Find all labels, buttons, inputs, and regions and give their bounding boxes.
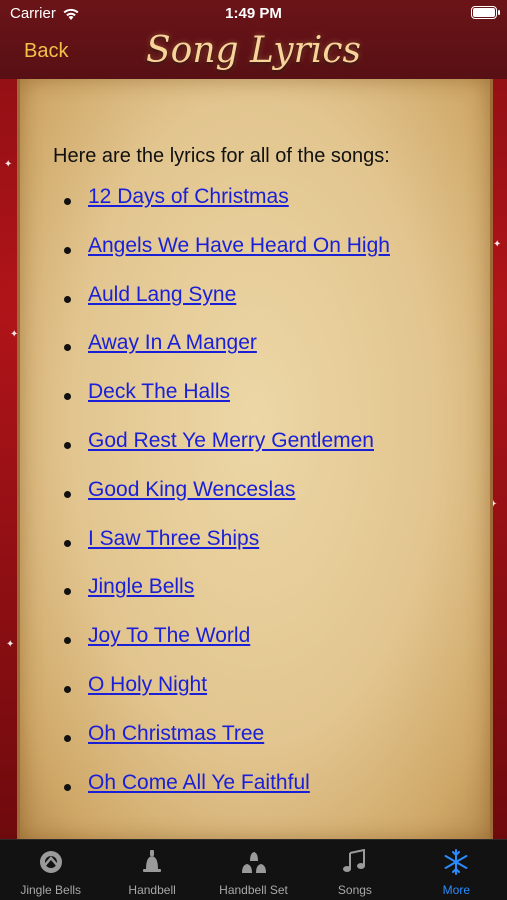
tab-label: Jingle Bells (20, 883, 82, 897)
page-title: Song Lyrics (146, 30, 361, 71)
battery-icon (471, 6, 500, 19)
tab-jingle-bells[interactable]: Jingle Bells (0, 840, 101, 900)
song-link[interactable]: I Saw Three Ships (88, 527, 259, 551)
music-notes-icon (342, 849, 365, 872)
song-link[interactable]: O Holy Night (88, 673, 207, 697)
bullet (64, 295, 71, 303)
song-link[interactable]: Oh Come All Ye Faithful (88, 771, 310, 795)
song-link[interactable]: Jingle Bells (88, 575, 194, 599)
bullet (64, 685, 71, 693)
tab-songs[interactable]: Songs (304, 840, 405, 900)
status-bar: Carrier 1:49 PM (0, 0, 507, 28)
song-link[interactable]: God Rest Ye Merry Gentlemen (88, 429, 374, 453)
snowflake-icon (444, 849, 468, 875)
bullet (64, 393, 71, 401)
bullet (64, 588, 71, 596)
sparkle-icon: ✦ (493, 239, 502, 250)
bullet (64, 344, 71, 352)
tab-bar: Jingle Bells Handbell Handbell Set Songs… (0, 839, 507, 900)
bullet (64, 734, 71, 742)
intro-text: Here are the lyrics for all of the songs… (53, 145, 390, 167)
clock: 1:49 PM (225, 5, 282, 22)
bullet (64, 490, 71, 498)
song-link[interactable]: Joy To The World (88, 624, 250, 648)
song-link[interactable]: Auld Lang Syne (88, 283, 236, 307)
bullet (64, 637, 71, 645)
handbell-set-icon (241, 852, 266, 873)
song-link[interactable]: Away In A Manger (88, 331, 257, 355)
song-link[interactable]: Deck The Halls (88, 380, 230, 404)
sparkle-icon: ✦ (4, 159, 13, 170)
parchment-panel: Here are the lyrics for all of the songs… (17, 79, 493, 840)
tab-handbell-set[interactable]: Handbell Set (203, 840, 304, 900)
song-link[interactable]: Angels We Have Heard On High (88, 234, 390, 258)
handbell-icon (143, 850, 162, 872)
tab-label: Handbell Set (219, 883, 288, 897)
bullet (64, 441, 71, 449)
bullet (64, 198, 71, 205)
top-bar: Carrier 1:49 PM Back Song Lyrics (0, 0, 507, 79)
tab-label: Handbell (128, 883, 176, 897)
song-link[interactable]: Oh Christmas Tree (88, 722, 264, 746)
jingle-bell-icon (39, 851, 62, 873)
sparkle-icon: ✦ (6, 639, 15, 650)
tab-label: More (442, 883, 470, 897)
bullet (64, 783, 71, 791)
song-link[interactable]: 12 Days of Christmas (88, 185, 289, 209)
tab-label: Songs (337, 883, 372, 897)
bullet (64, 539, 71, 547)
tab-more[interactable]: More (406, 840, 507, 900)
tab-handbell[interactable]: Handbell (101, 840, 202, 900)
bullet (64, 246, 71, 254)
song-link[interactable]: Good King Wenceslas (88, 478, 295, 502)
